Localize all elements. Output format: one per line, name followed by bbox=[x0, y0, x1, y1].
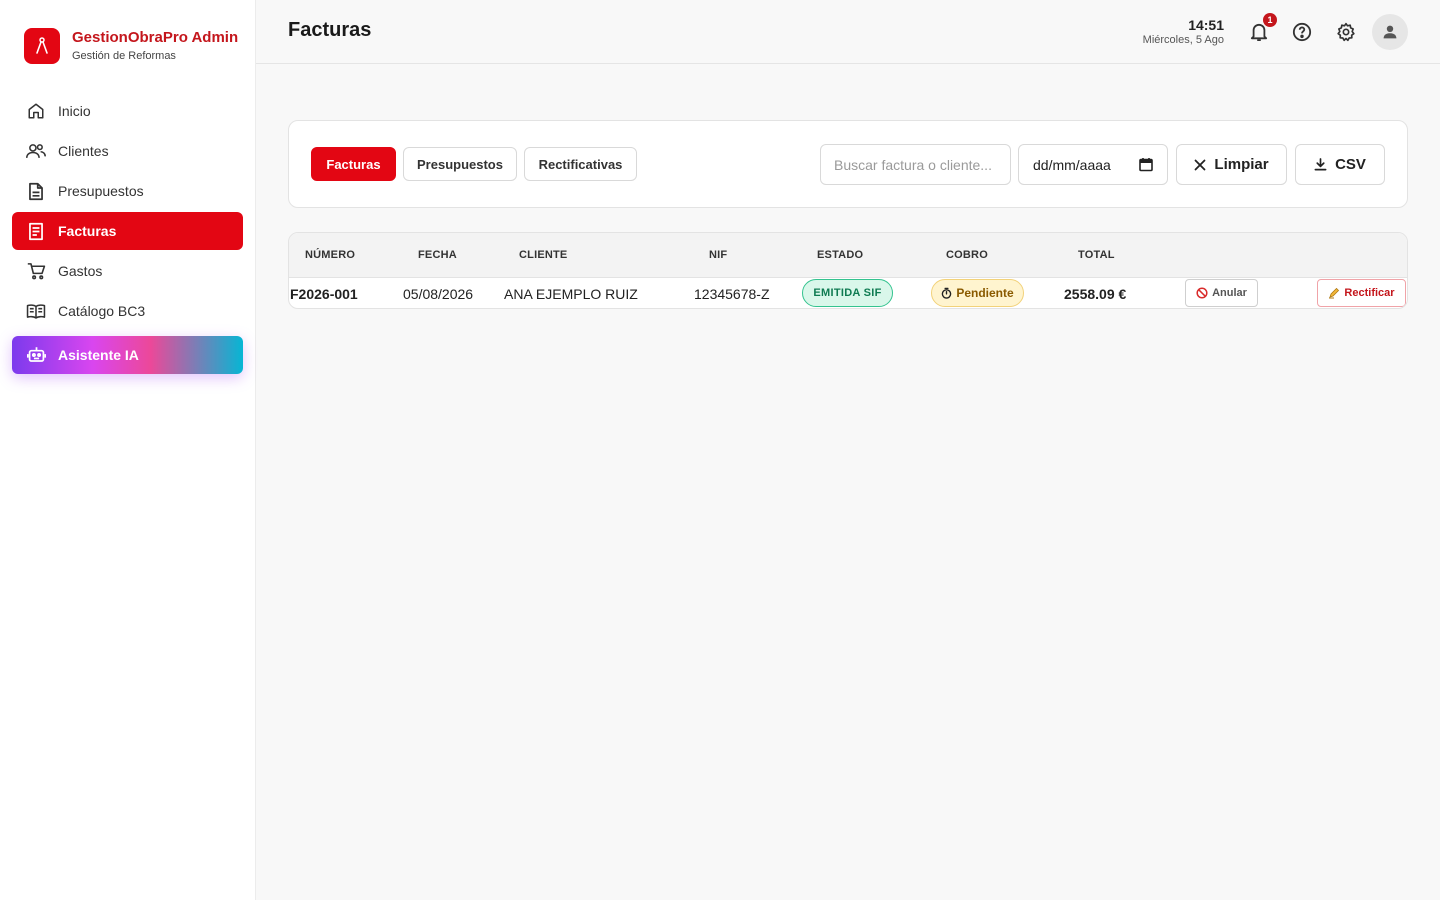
rectify-button[interactable]: Rectificar bbox=[1317, 279, 1406, 307]
home-icon bbox=[26, 101, 46, 121]
avatar-icon bbox=[1382, 24, 1398, 40]
clock-date: Miércoles, 5 Ago bbox=[1142, 34, 1224, 46]
date-filter-input[interactable]: dd/mm/aaaa bbox=[1018, 144, 1168, 185]
void-label: Anular bbox=[1212, 287, 1247, 299]
clock-time: 14:51 bbox=[1188, 17, 1224, 33]
notifications-button[interactable]: 1 bbox=[1247, 13, 1277, 44]
cart-icon bbox=[26, 261, 46, 281]
clock: 14:51 Miércoles, 5 Ago bbox=[1143, 17, 1224, 47]
column-header-estado[interactable]: ESTADO bbox=[817, 249, 863, 261]
search-input[interactable] bbox=[820, 144, 1011, 185]
sidebar-item-presupuestos[interactable]: Presupuestos bbox=[12, 172, 243, 210]
status-badge: EMITIDA SIF bbox=[802, 279, 893, 307]
invoice-date: 05/08/2026 bbox=[403, 286, 474, 302]
page-title: Facturas bbox=[288, 19, 372, 41]
tab-presupuestos[interactable]: Presupuestos bbox=[403, 147, 517, 181]
invoice-total: 2558.09 € bbox=[1064, 286, 1127, 302]
void-button[interactable]: Anular bbox=[1185, 279, 1258, 307]
invoice-number[interactable]: F2026-001 bbox=[290, 286, 358, 302]
column-header-numero[interactable]: NÚMERO bbox=[305, 249, 355, 261]
help-icon bbox=[1292, 22, 1312, 42]
table-row[interactable]: F2026-001 05/08/2026 ANA EJEMPLO RUIZ 12… bbox=[289, 278, 1407, 308]
users-icon bbox=[26, 141, 46, 161]
book-icon bbox=[26, 301, 46, 321]
csv-label: CSV bbox=[1335, 156, 1366, 173]
brand-subtitle: Gestión de Reformas bbox=[72, 49, 176, 62]
sidebar-nav: Inicio Clientes Presupuestos Facturas Ga… bbox=[12, 92, 243, 332]
receipt-icon bbox=[26, 221, 46, 241]
ai-assistant-button[interactable]: Asistente IA bbox=[12, 336, 243, 374]
csv-export-button[interactable]: CSV bbox=[1295, 144, 1385, 185]
calendar-icon[interactable] bbox=[1139, 157, 1153, 175]
sidebar-item-facturas[interactable]: Facturas bbox=[12, 212, 243, 250]
payment-status-label: Pendiente bbox=[956, 286, 1014, 300]
tab-facturas[interactable]: Facturas bbox=[311, 147, 396, 181]
tab-rectificativas[interactable]: Rectificativas bbox=[524, 147, 637, 181]
stopwatch-icon bbox=[941, 287, 952, 299]
sidebar-item-label: Presupuestos bbox=[58, 183, 144, 199]
clear-label: Limpiar bbox=[1214, 156, 1269, 173]
sidebar-item-label: Gastos bbox=[58, 263, 103, 279]
invoices-table: NÚMERO FECHA CLIENTE NIF ESTADO COBRO TO… bbox=[288, 232, 1408, 309]
date-placeholder: dd/mm/aaaa bbox=[1033, 156, 1111, 173]
column-header-total[interactable]: TOTAL bbox=[1078, 249, 1115, 261]
download-icon bbox=[1314, 158, 1327, 171]
sidebar-item-inicio[interactable]: Inicio bbox=[12, 92, 243, 130]
sidebar-item-catalogo[interactable]: Catálogo BC3 bbox=[12, 292, 243, 330]
table-header: NÚMERO FECHA CLIENTE NIF ESTADO COBRO TO… bbox=[289, 233, 1407, 278]
sidebar: GestionObraPro Admin Gestión de Reformas… bbox=[0, 0, 256, 900]
brand[interactable]: GestionObraPro Admin Gestión de Reformas bbox=[24, 28, 238, 64]
sidebar-item-label: Clientes bbox=[58, 143, 109, 159]
column-header-cobro[interactable]: COBRO bbox=[946, 249, 988, 261]
invoice-nif: 12345678-Z bbox=[694, 286, 770, 302]
close-icon bbox=[1194, 159, 1206, 171]
brand-title: GestionObraPro Admin bbox=[72, 28, 239, 46]
sidebar-item-gastos[interactable]: Gastos bbox=[12, 252, 243, 290]
filter-bar: Facturas Presupuestos Rectificativas dd/… bbox=[288, 120, 1408, 208]
ai-assistant-label: Asistente IA bbox=[58, 347, 139, 363]
rectify-label: Rectificar bbox=[1344, 287, 1395, 299]
user-avatar[interactable] bbox=[1372, 14, 1408, 50]
notification-badge: 1 bbox=[1263, 13, 1277, 27]
sidebar-item-label: Catálogo BC3 bbox=[58, 303, 146, 319]
settings-button[interactable] bbox=[1334, 20, 1358, 44]
robot-icon bbox=[26, 345, 46, 365]
column-header-nif[interactable]: NIF bbox=[709, 249, 727, 261]
sidebar-item-label: Inicio bbox=[58, 103, 91, 119]
sidebar-item-clientes[interactable]: Clientes bbox=[12, 132, 243, 170]
document-icon bbox=[26, 181, 46, 201]
clear-button[interactable]: Limpiar bbox=[1176, 144, 1287, 185]
column-header-cliente[interactable]: CLIENTE bbox=[519, 249, 567, 261]
writing-hand-icon bbox=[1328, 287, 1340, 299]
top-header: Facturas 14:51 Miércoles, 5 Ago 1 bbox=[256, 0, 1440, 64]
gear-icon bbox=[1336, 22, 1356, 42]
column-header-fecha[interactable]: FECHA bbox=[418, 249, 457, 261]
sidebar-item-label: Facturas bbox=[58, 223, 117, 239]
help-button[interactable] bbox=[1290, 20, 1314, 44]
compass-icon bbox=[24, 28, 60, 64]
invoice-client: ANA EJEMPLO RUIZ bbox=[504, 286, 638, 302]
prohibited-icon bbox=[1196, 287, 1208, 299]
payment-status-badge: Pendiente bbox=[931, 279, 1024, 307]
